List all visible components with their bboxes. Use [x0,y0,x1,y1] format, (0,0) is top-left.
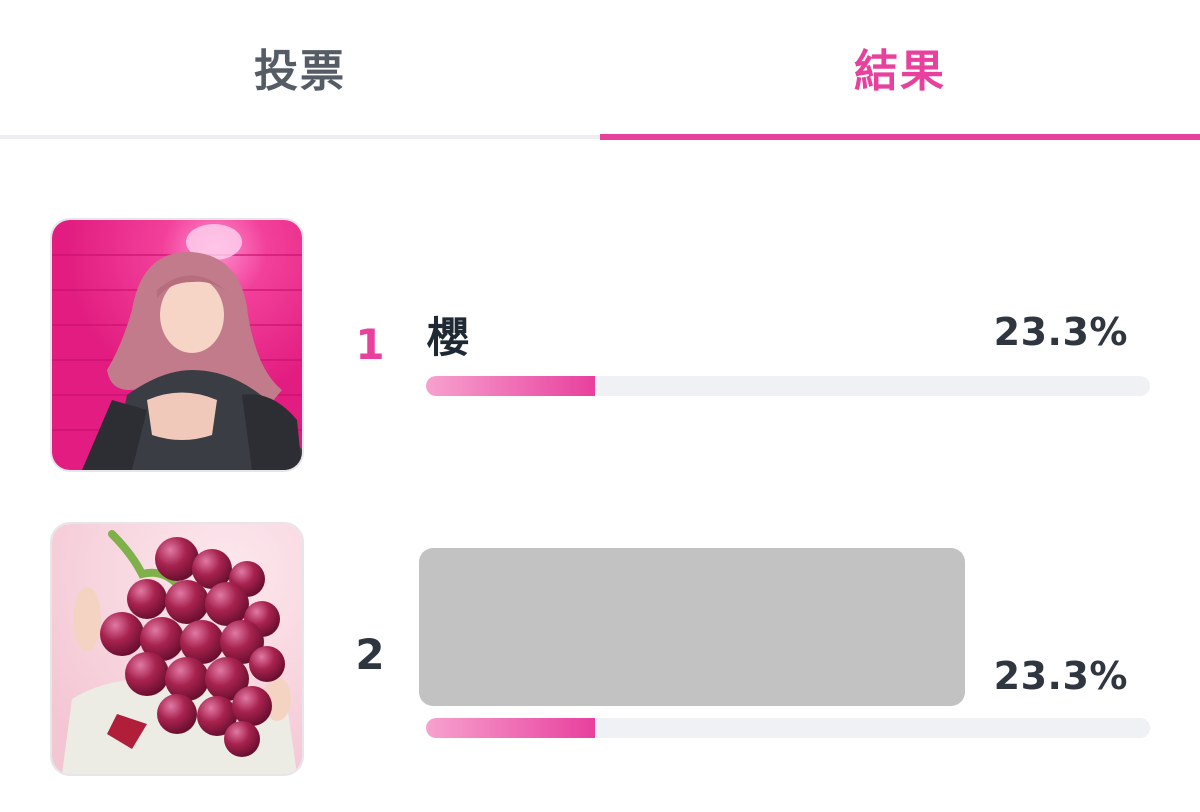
result-row[interactable]: 1 櫻 23.3% [0,216,1200,476]
vote-progress-fill [426,376,595,396]
tab-bar: 投票 結果 [0,0,1200,140]
vote-progress-bar [426,718,1150,738]
tab-vote[interactable]: 投票 [0,0,600,140]
member-photo-icon [50,218,304,472]
vote-progress-bar [426,376,1150,396]
tab-divider [0,135,600,139]
grape-sticker-photo-icon [50,522,304,776]
vote-percentage: 23.3% [993,654,1128,698]
rank-number: 2 [355,630,385,679]
result-row[interactable]: 2 23.3% [0,520,1200,780]
rank-number: 1 [355,320,385,369]
redacted-name-block [419,548,965,706]
tab-results[interactable]: 結果 [600,0,1200,140]
tab-active-indicator [600,134,1200,140]
candidate-name: 櫻 [427,313,470,362]
vote-progress-fill [426,718,595,738]
vote-results-screen: 投票 結果 1 櫻 23.3% 2 23.3% [0,0,1200,812]
vote-percentage: 23.3% [993,310,1128,354]
